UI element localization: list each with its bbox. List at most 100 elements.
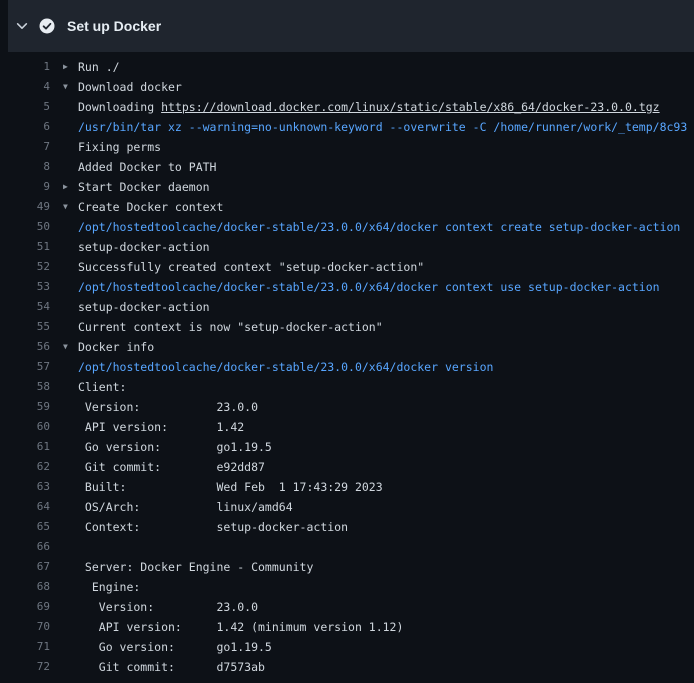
line-number[interactable]: 62 (0, 457, 50, 477)
line-number[interactable]: 66 (0, 537, 50, 557)
log-text: Version: 23.0.0 (78, 397, 694, 417)
log-text (78, 537, 694, 557)
log-text-segment: API version: 1.42 (minimum version 1.12) (78, 620, 403, 634)
log-line: 63 Built: Wed Feb 1 17:43:29 2023 (0, 477, 694, 497)
line-number[interactable]: 58 (0, 377, 50, 397)
line-number[interactable]: 60 (0, 417, 50, 437)
line-number[interactable]: 61 (0, 437, 50, 457)
log-text-segment: Version: 23.0.0 (78, 400, 258, 414)
line-number[interactable]: 72 (0, 657, 50, 677)
group-title: Run ./ (78, 60, 120, 74)
log-text-segment: Client: (78, 380, 126, 394)
log-text: setup-docker-action (78, 297, 694, 317)
log-line: 64 OS/Arch: linux/amd64 (0, 497, 694, 517)
step-title: Set up Docker (67, 18, 161, 34)
triangle-down-icon[interactable]: ▼ (63, 77, 68, 97)
log-line: 55 Current context is now "setup-docker-a… (0, 317, 694, 337)
log-text-segment: setup-docker-action (78, 240, 210, 254)
line-number[interactable]: 5 (0, 97, 50, 117)
group-title: Start Docker daemon (78, 180, 210, 194)
line-number[interactable]: 64 (0, 497, 50, 517)
chevron-down-icon[interactable] (15, 19, 29, 33)
log-text: /opt/hostedtoolcache/docker-stable/23.0.… (78, 217, 694, 237)
log-line: 58 Client: (0, 377, 694, 397)
line-number[interactable]: 55 (0, 317, 50, 337)
log-line: 6/usr/bin/tar xz --warning=no-unknown-ke… (0, 117, 694, 137)
log-text: Current context is now "setup-docker-act… (78, 317, 694, 337)
log-text: Built: Wed Feb 1 17:43:29 2023 (78, 477, 694, 497)
log-command-text: /opt/hostedtoolcache/docker-stable/23.0.… (78, 280, 660, 294)
log-text: Downloading https://download.docker.com/… (78, 97, 694, 117)
line-number[interactable]: 50 (0, 217, 50, 237)
triangle-right-icon[interactable]: ▶ (63, 177, 68, 197)
log-line: 72 Git commit: d7573ab (0, 657, 694, 677)
log-text-segment: Server: Docker Engine - Community (78, 560, 313, 574)
log-text-segment: Fixing perms (78, 140, 161, 154)
log-line: 70 API version: 1.42 (minimum version 1.… (0, 617, 694, 637)
line-number[interactable]: 6 (0, 117, 50, 137)
line-number[interactable]: 67 (0, 557, 50, 577)
line-number[interactable]: 59 (0, 397, 50, 417)
log-text-segment: Successfully created context "setup-dock… (78, 260, 424, 274)
log-line: 65 Context: setup-docker-action (0, 517, 694, 537)
log-area: 1▶Run ./4▼Download docker5Downloading ht… (0, 52, 694, 677)
line-number[interactable]: 1 (0, 57, 50, 77)
line-number[interactable]: 8 (0, 157, 50, 177)
log-line: 61 Go version: go1.19.5 (0, 437, 694, 457)
log-line: 4▼Download docker (0, 77, 694, 97)
log-link[interactable]: https://download.docker.com/linux/static… (161, 100, 660, 114)
line-number[interactable]: 54 (0, 297, 50, 317)
log-text: Context: setup-docker-action (78, 517, 694, 537)
line-number[interactable]: 53 (0, 277, 50, 297)
log-text: Added Docker to PATH (78, 157, 694, 177)
line-number[interactable]: 9 (0, 177, 50, 197)
log-line: 52 Successfully created context "setup-do… (0, 257, 694, 277)
log-text: OS/Arch: linux/amd64 (78, 497, 694, 517)
log-text-segment: Downloading (78, 100, 161, 114)
step-header[interactable]: Set up Docker (0, 0, 694, 52)
log-text: API version: 1.42 (78, 417, 694, 437)
log-group-header[interactable]: ▶Run ./ (78, 57, 694, 77)
log-group-header[interactable]: ▼Create Docker context (78, 197, 694, 217)
triangle-down-icon[interactable]: ▼ (63, 337, 68, 357)
line-number[interactable]: 69 (0, 597, 50, 617)
group-title: Download docker (78, 80, 182, 94)
log-text: Git commit: d7573ab (78, 657, 694, 677)
log-line: 60 API version: 1.42 (0, 417, 694, 437)
line-number[interactable]: 4 (0, 77, 50, 97)
log-text: /opt/hostedtoolcache/docker-stable/23.0.… (78, 277, 694, 297)
line-number[interactable]: 71 (0, 637, 50, 657)
line-number[interactable]: 70 (0, 617, 50, 637)
log-line: 50/opt/hostedtoolcache/docker-stable/23.… (0, 217, 694, 237)
line-number[interactable]: 63 (0, 477, 50, 497)
line-number[interactable]: 51 (0, 237, 50, 257)
log-text-segment: API version: 1.42 (78, 420, 244, 434)
log-line: 59 Version: 23.0.0 (0, 397, 694, 417)
log-line: 8 Added Docker to PATH (0, 157, 694, 177)
triangle-right-icon[interactable]: ▶ (63, 57, 68, 77)
log-text: Go version: go1.19.5 (78, 437, 694, 457)
log-text-segment: Go version: go1.19.5 (78, 640, 272, 654)
log-text-segment: Built: Wed Feb 1 17:43:29 2023 (78, 480, 383, 494)
log-text-segment: setup-docker-action (78, 300, 210, 314)
log-text-segment: Version: 23.0.0 (78, 600, 258, 614)
log-text: Go version: go1.19.5 (78, 637, 694, 657)
group-title: Create Docker context (78, 200, 223, 214)
log-group-header[interactable]: ▼Download docker (78, 77, 694, 97)
line-number[interactable]: 56 (0, 337, 50, 357)
line-number[interactable]: 49 (0, 197, 50, 217)
log-group-header[interactable]: ▼Docker info (78, 337, 694, 357)
log-text-segment: Context: setup-docker-action (78, 520, 348, 534)
log-text-segment: Git commit: d7573ab (78, 660, 265, 674)
line-number[interactable]: 68 (0, 577, 50, 597)
triangle-down-icon[interactable]: ▼ (63, 197, 68, 217)
log-text: /opt/hostedtoolcache/docker-stable/23.0.… (78, 357, 694, 377)
line-number[interactable]: 65 (0, 517, 50, 537)
line-number[interactable]: 7 (0, 137, 50, 157)
line-number[interactable]: 52 (0, 257, 50, 277)
log-line: 68 Engine: (0, 577, 694, 597)
log-command-text: /opt/hostedtoolcache/docker-stable/23.0.… (78, 220, 680, 234)
line-number[interactable]: 57 (0, 357, 50, 377)
log-group-header[interactable]: ▶Start Docker daemon (78, 177, 694, 197)
log-line: 66 (0, 537, 694, 557)
